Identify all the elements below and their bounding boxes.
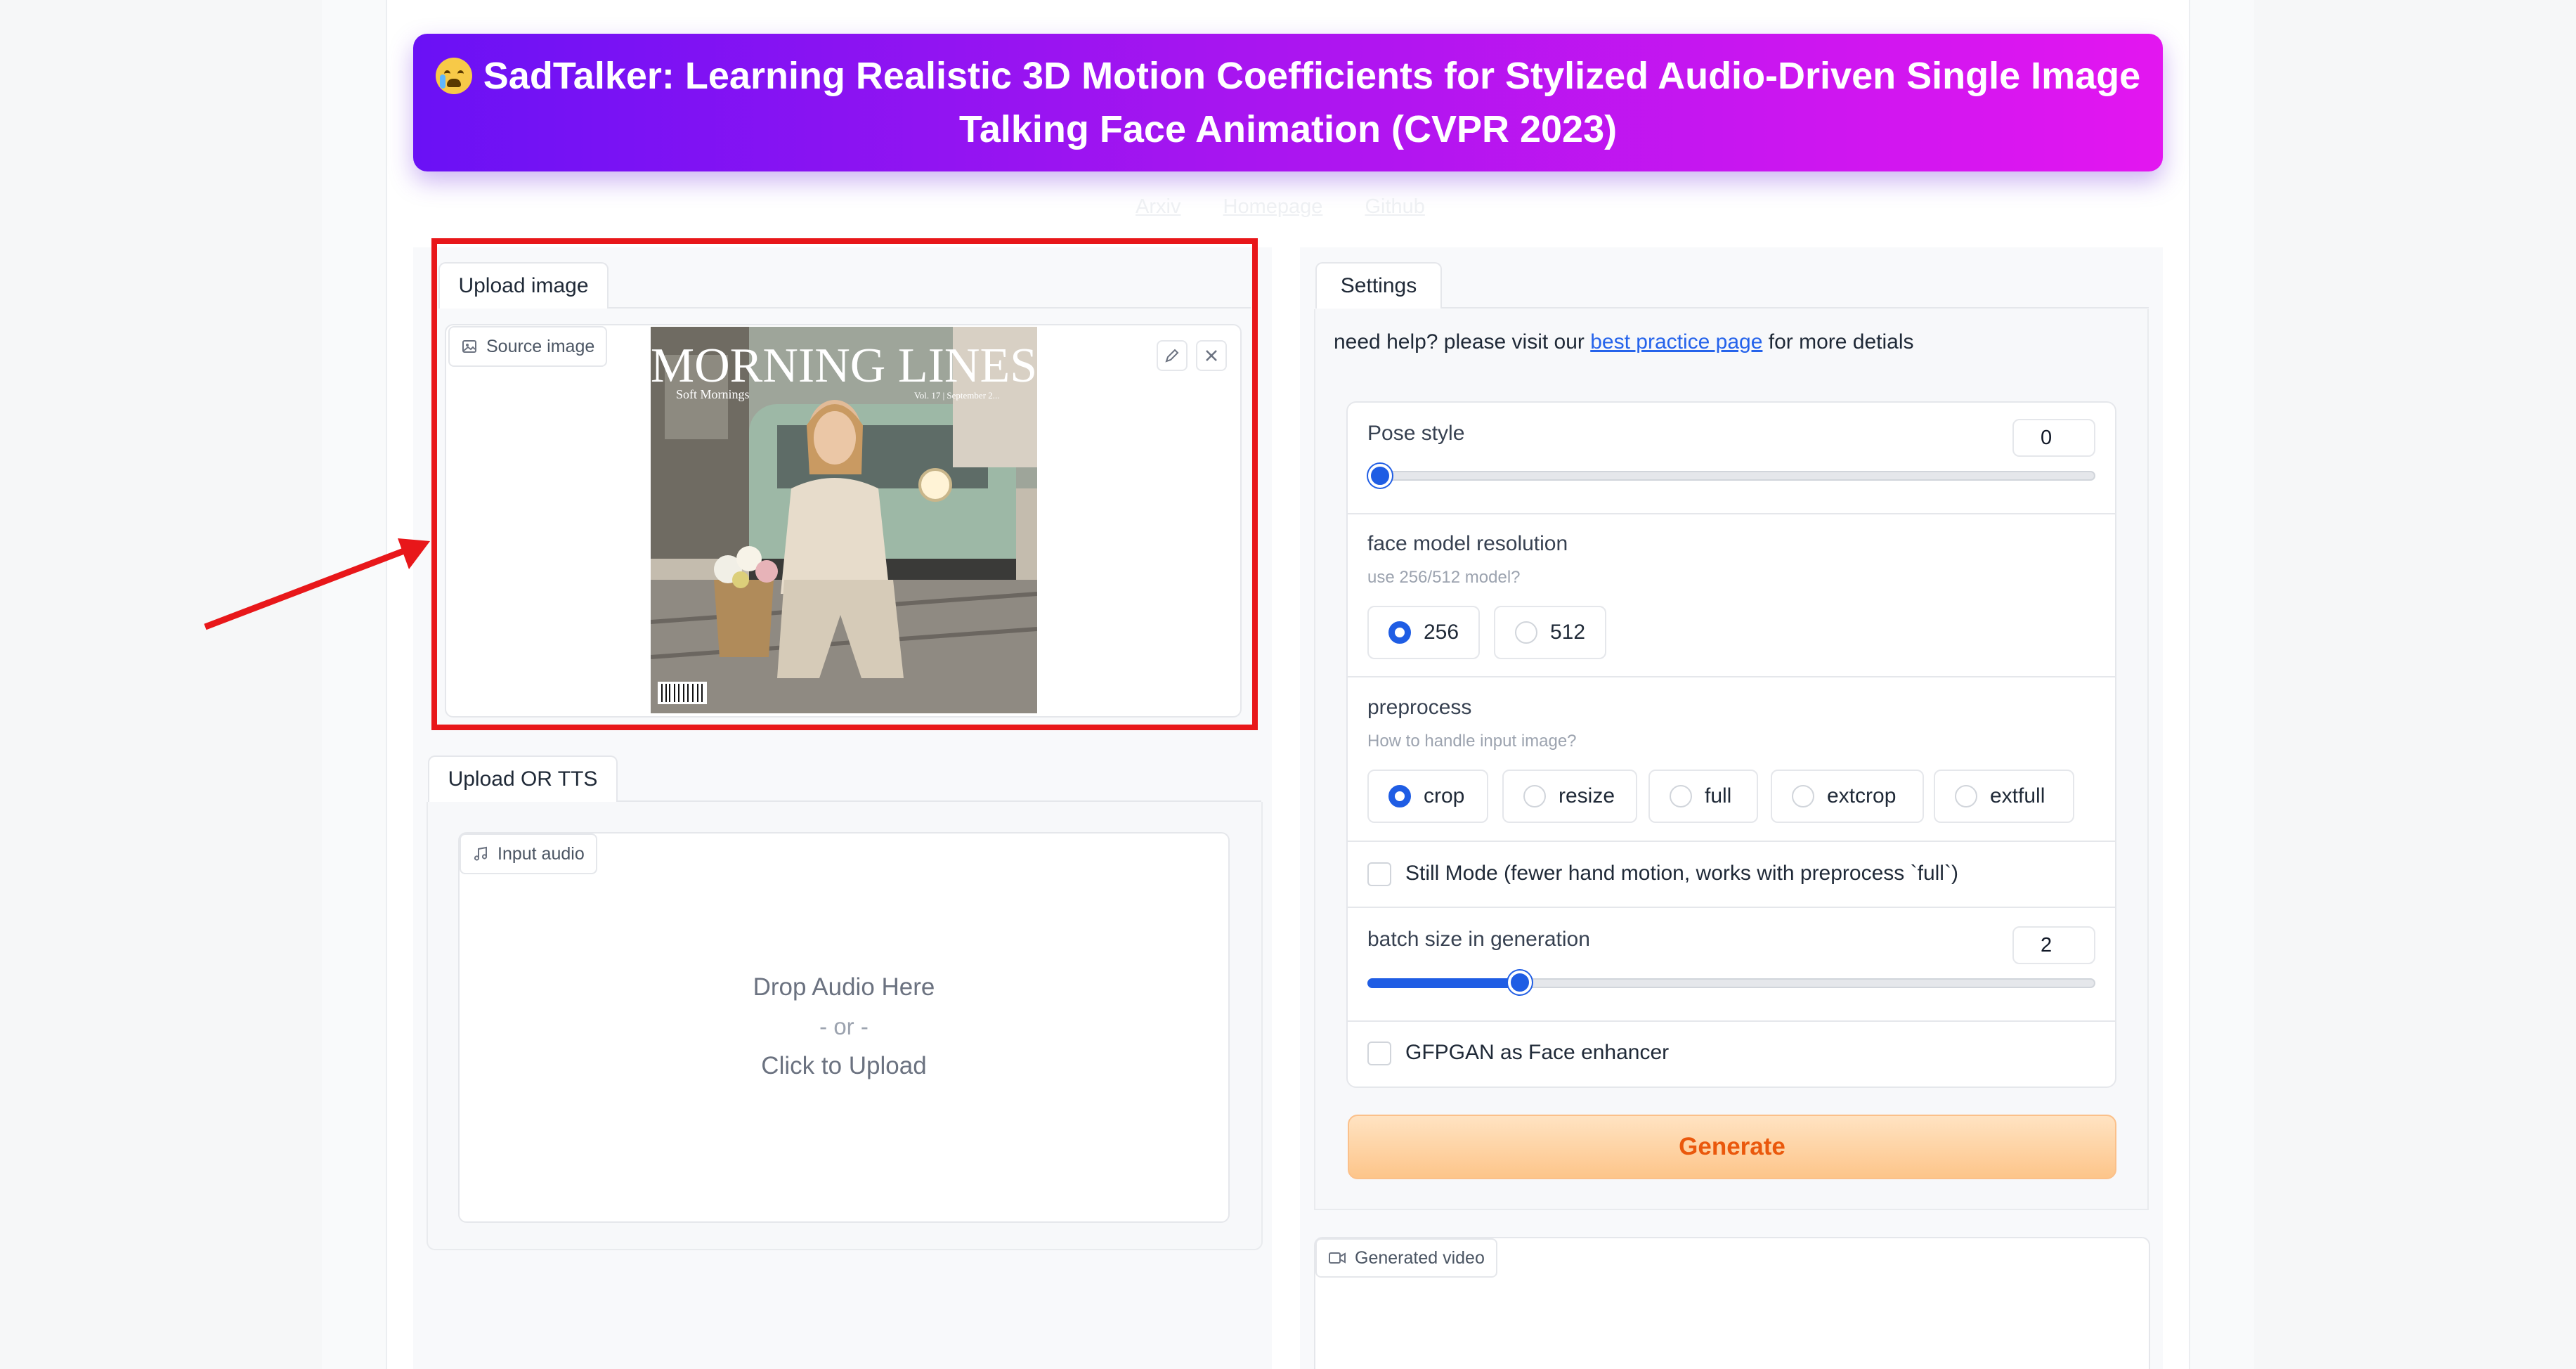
radio-extfull[interactable]: extfull — [1934, 770, 2074, 823]
radio-indicator — [1388, 621, 1411, 644]
title-line-1: SadTalker: Learning Realistic 3D Motion … — [435, 49, 2141, 103]
radio-extcrop[interactable]: extcrop — [1771, 770, 1924, 823]
radio-resize[interactable]: resize — [1502, 770, 1637, 823]
tab-upload-or-tts[interactable]: Upload OR TTS — [428, 755, 618, 802]
preprocess-sublabel: How to handle input image? — [1367, 732, 1577, 751]
divider — [1348, 513, 2115, 514]
drop-audio-text: Drop Audio Here - or - Click to Upload — [458, 968, 1230, 1086]
radio-indicator — [1523, 785, 1546, 807]
music-note-icon — [474, 846, 488, 861]
or-separator: - or - — [819, 1013, 869, 1039]
divider — [1348, 907, 2115, 908]
tab-divider — [1442, 307, 2149, 309]
video-camera-icon — [1329, 1252, 1346, 1264]
right-gutter — [2254, 0, 2576, 1369]
divider — [1348, 1020, 2115, 1022]
radio-256[interactable]: 256 — [1367, 606, 1480, 659]
pose-style-label: Pose style — [1367, 422, 1465, 445]
title-line-2: Talking Face Animation (CVPR 2023) — [958, 108, 1618, 150]
divider — [1348, 676, 2115, 677]
divider — [1348, 841, 2115, 842]
radio-indicator — [1515, 621, 1537, 644]
generated-video-label: Generated video — [1315, 1238, 1497, 1278]
radio-indicator — [1670, 785, 1692, 807]
preprocess-label: preprocess — [1367, 696, 1472, 719]
face-model-label: face model resolution — [1367, 532, 1568, 555]
batch-size-input[interactable]: 2 — [2012, 926, 2095, 964]
still-mode-label: Still Mode (fewer hand motion, works wit… — [1405, 862, 1958, 885]
batch-size-slider-fill — [1367, 978, 1521, 988]
pose-style-slider-thumb[interactable] — [1368, 464, 1392, 488]
header-banner: SadTalker: Learning Realistic 3D Motion … — [413, 34, 2163, 171]
gfpgan-label: GFPGAN as Face enhancer — [1405, 1041, 1670, 1064]
header-links: Arxiv Homepage Github — [1117, 195, 1443, 219]
drop-audio-label: Drop Audio Here — [753, 973, 935, 1001]
radio-indicator — [1792, 785, 1814, 807]
tab-settings[interactable]: Settings — [1315, 262, 1442, 309]
radio-indicator — [1955, 785, 1977, 807]
radio-512[interactable]: 512 — [1494, 606, 1606, 659]
link-github[interactable]: Github — [1365, 195, 1424, 218]
link-arxiv[interactable]: Arxiv — [1136, 195, 1180, 218]
radio-crop[interactable]: crop — [1367, 770, 1488, 823]
red-arrow-icon — [204, 538, 430, 630]
left-gutter — [0, 0, 322, 1369]
still-mode-checkbox[interactable] — [1367, 862, 1391, 886]
radio-indicator — [1388, 785, 1411, 807]
page-title: SadTalker: Learning Realistic 3D Motion … — [483, 55, 2141, 97]
generate-button[interactable]: Generate — [1348, 1115, 2116, 1179]
best-practice-link[interactable]: best practice page — [1590, 330, 1762, 353]
input-audio-label: Input audio — [460, 833, 597, 874]
crying-face-icon — [435, 58, 472, 94]
help-text: need help? please visit our best practic… — [1334, 330, 1914, 353]
pose-style-input[interactable]: 0 — [2012, 419, 2095, 457]
radio-full[interactable]: full — [1648, 770, 1758, 823]
pose-style-slider-track[interactable] — [1367, 471, 2095, 481]
batch-size-label: batch size in generation — [1367, 928, 1590, 951]
click-to-upload-label: Click to Upload — [761, 1052, 927, 1079]
link-homepage[interactable]: Homepage — [1223, 195, 1323, 218]
face-model-sublabel: use 256/512 model? — [1367, 568, 1521, 587]
gfpgan-checkbox[interactable] — [1367, 1042, 1391, 1065]
highlight-box — [431, 238, 1258, 730]
